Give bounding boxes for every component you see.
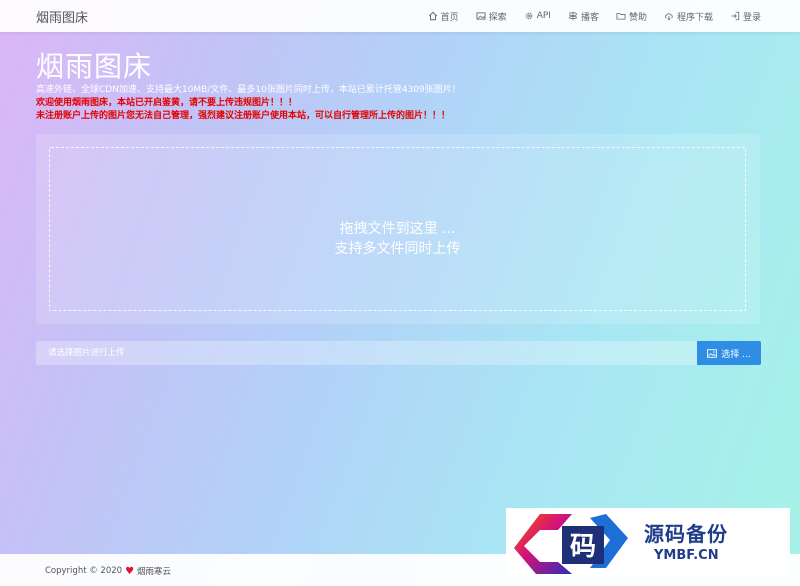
image-icon [707,348,718,358]
watermark-name: 源码备份 [644,522,728,546]
register-notice: 未注册账户上传的图片您无法自己管理，强烈建议注册账户使用本站，可以自行管理所上传… [36,111,451,121]
home-icon [428,11,437,21]
site-owner[interactable]: 烟雨寒云 [137,565,171,577]
file-dropzone[interactable]: 拖拽文件到这里 ... 支持多文件同时上传 [49,147,746,311]
signpost-icon [568,11,578,21]
nav-item-download[interactable]: 程序下载 [664,10,713,23]
choose-file-label: 选择 ... [721,349,751,360]
nav-item-sponsor[interactable]: 赞助 [616,10,647,23]
dropzone-multi-hint: 支持多文件同时上传 [334,241,461,257]
watermark-site: YMBF.CN [654,548,719,563]
brand-logo[interactable]: 烟雨图床 [36,7,88,26]
choose-file-button[interactable]: 选择 ... [697,341,761,365]
nav-menu: 首页 探索 API 播客 赞助 程序下载 登录 [428,0,761,32]
dropzone-hint: 拖拽文件到这里 ... [339,221,456,237]
nav-item-label: 探索 [488,12,507,23]
login-icon [731,11,740,21]
copyright: Copyright © 2020 ♥ 烟雨寒云 [45,565,171,578]
nav-item-home[interactable]: 首页 [428,10,459,23]
copyright-text: Copyright © 2020 [45,566,123,576]
upload-panel: 拖拽文件到这里 ... 支持多文件同时上传 [36,134,760,324]
nav-item-label: 播客 [580,12,599,23]
nav-item-label: 登录 [742,12,761,23]
warning-notice: 欢迎使用烟雨图床，本站已开启鉴黄，请不要上传违规图片！！！ [36,98,298,108]
nav-item-blog[interactable]: 播客 [568,10,599,23]
nav-item-explore[interactable]: 探索 [476,10,507,23]
cloud-download-icon [664,13,673,21]
page-title: 烟雨图床 [36,50,153,83]
watermark-banner: 码 源码备份 YMBF.CN [506,508,790,576]
nav-item-label: 首页 [440,12,459,23]
nav-item-label: 程序下载 [676,12,713,23]
watermark-logo-icon: 码 [514,514,628,574]
svg-text:码: 码 [570,532,596,562]
nav-item-label: 赞助 [628,12,647,23]
heart-icon: ♥ [125,565,135,577]
image-icon [476,12,486,20]
nav-item-login[interactable]: 登录 [730,10,761,23]
gear-icon [525,12,532,20]
nav-item-label: API [536,11,551,21]
hero-subtitle: 高速外链、全球CDN加速、支持最大10MB/文件、最多10张图片同时上传，本站已… [36,85,461,95]
nav-item-api[interactable]: API [524,11,551,21]
navbar: 烟雨图床 首页 探索 API 播客 赞助 程序下载 登录 [0,0,800,32]
file-path-input[interactable]: 请选择图片进行上传 [36,341,697,365]
folder-icon [616,13,626,20]
